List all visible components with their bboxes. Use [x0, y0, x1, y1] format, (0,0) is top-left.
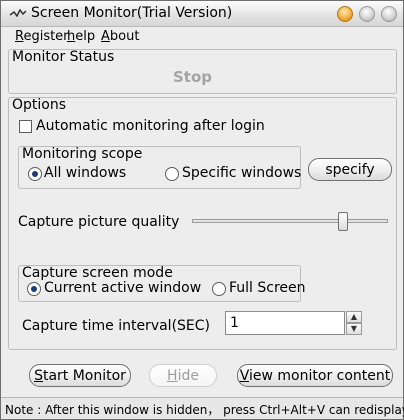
auto-monitoring-label: Automatic monitoring after login	[36, 118, 265, 134]
start-monitor-button[interactable]: Start Monitor	[29, 364, 131, 387]
window-title: Screen Monitor(Trial Version)	[31, 5, 233, 21]
status-text: Note : After this window is hidden， pres…	[5, 403, 404, 417]
view-monitor-content-button[interactable]: View monitor content	[237, 364, 393, 387]
all-windows-radio[interactable]	[28, 167, 42, 181]
maximize-icon[interactable]	[359, 6, 375, 22]
menu-help[interactable]: help	[67, 29, 95, 44]
monitoring-scope-label: Monitoring scope	[22, 146, 143, 162]
menu-about[interactable]: About	[101, 29, 139, 44]
monitor-status-label: Monitor Status	[12, 49, 115, 65]
capture-quality-slider-thumb[interactable]	[338, 212, 348, 231]
capture-interval-input[interactable]	[225, 311, 345, 335]
spin-down-icon[interactable]: ▼	[346, 323, 362, 335]
auto-monitoring-checkbox[interactable]	[19, 120, 32, 133]
full-screen-label: Full Screen	[229, 280, 306, 296]
menu-register[interactable]: Register	[15, 29, 69, 44]
capture-mode-label: Capture screen mode	[22, 265, 173, 281]
options-label: Options	[12, 97, 67, 113]
main-window: Screen Monitor(Trial Version) Register h…	[0, 0, 404, 420]
specific-windows-label: Specific windows	[182, 165, 302, 181]
all-windows-label: All windows	[44, 165, 127, 181]
capture-quality-slider-track[interactable]	[192, 219, 388, 223]
close-icon[interactable]	[381, 6, 397, 22]
monitor-status-value: Stop	[173, 68, 213, 86]
spin-up-icon[interactable]: ▲	[346, 311, 362, 323]
current-active-window-label: Current active window	[44, 280, 202, 296]
menu-bar: Register help About	[1, 28, 403, 46]
specify-button[interactable]: specify	[308, 158, 392, 181]
full-screen-radio[interactable]	[212, 282, 226, 296]
capture-quality-label: Capture picture quality	[18, 214, 180, 230]
status-bar: Note : After this window is hidden， pres…	[1, 397, 404, 419]
minimize-icon[interactable]	[337, 6, 353, 22]
title-bar[interactable]: Screen Monitor(Trial Version)	[1, 1, 403, 27]
hide-button[interactable]: Hide	[149, 364, 217, 387]
current-active-window-radio[interactable]	[27, 282, 41, 296]
specific-windows-radio[interactable]	[165, 167, 179, 181]
capture-interval-label: Capture time interval(SEC)	[22, 318, 211, 334]
monitor-icon	[9, 8, 27, 18]
